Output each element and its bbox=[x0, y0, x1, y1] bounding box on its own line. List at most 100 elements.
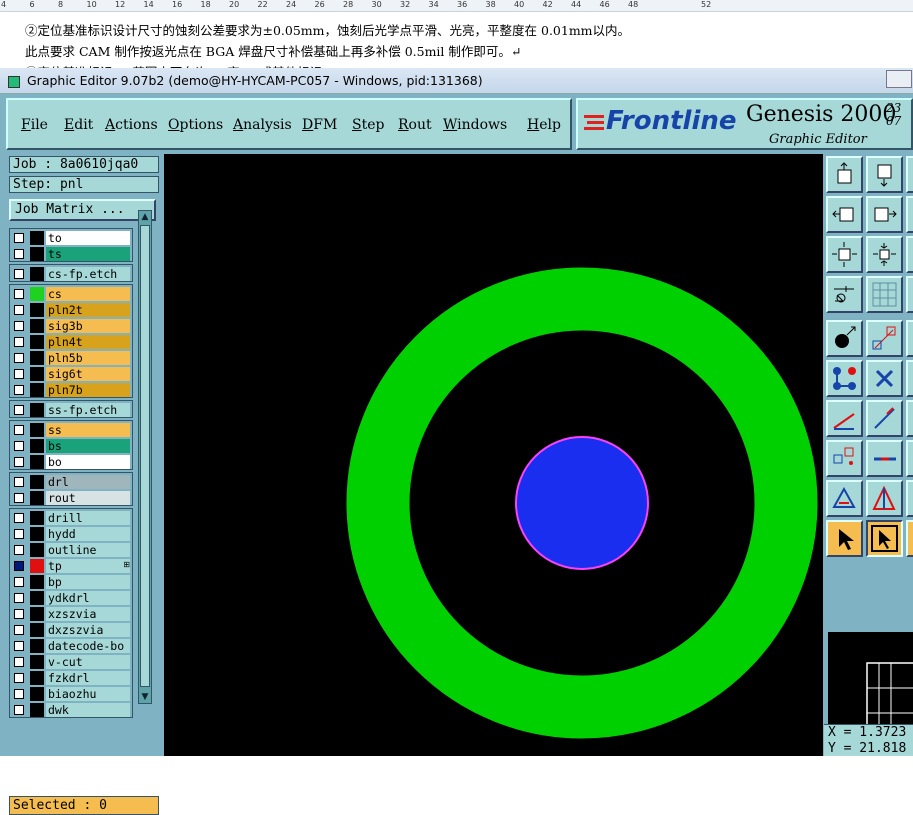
layer-display-swatch[interactable] bbox=[30, 303, 44, 317]
layer-display-swatch[interactable] bbox=[30, 287, 44, 301]
pan-left-button[interactable] bbox=[826, 196, 863, 233]
layer-name[interactable]: pln4t bbox=[46, 335, 130, 349]
layer-checkbox[interactable] bbox=[14, 477, 24, 487]
measure-button[interactable] bbox=[826, 276, 863, 313]
zoom-home-button[interactable] bbox=[826, 156, 863, 193]
layer-name[interactable]: bo bbox=[46, 455, 130, 469]
layer-row-fzkdrl[interactable]: fzkdrl bbox=[10, 670, 132, 686]
layer-display-swatch[interactable] bbox=[30, 543, 44, 557]
layer-list-scrollbar[interactable]: ▲ ▼ bbox=[138, 210, 152, 704]
layer-display-swatch[interactable] bbox=[30, 335, 44, 349]
layer-checkbox[interactable] bbox=[14, 233, 24, 243]
layer-checkbox[interactable] bbox=[14, 249, 24, 259]
layer-name[interactable]: ss-fp.etch bbox=[46, 403, 130, 417]
fit-screen-button[interactable] bbox=[826, 236, 863, 273]
minimize-button[interactable] bbox=[886, 70, 912, 88]
layer-name[interactable]: cs-fp.etch bbox=[46, 267, 130, 281]
pan-right-button[interactable] bbox=[866, 196, 903, 233]
layer-checkbox[interactable] bbox=[14, 425, 24, 435]
layer-name[interactable]: xzszvia bbox=[46, 607, 130, 621]
zoom-previous-button[interactable] bbox=[866, 156, 903, 193]
layer-checkbox[interactable] bbox=[14, 457, 24, 467]
zoom-in-button[interactable] bbox=[866, 236, 903, 273]
layer-display-swatch[interactable] bbox=[30, 671, 44, 685]
layer-display-swatch[interactable] bbox=[30, 591, 44, 605]
job-matrix-button[interactable]: Job Matrix ... bbox=[9, 199, 156, 221]
layer-row-ydkdrl[interactable]: ydkdrl bbox=[10, 590, 132, 606]
layer-display-swatch[interactable] bbox=[30, 559, 44, 573]
layer-name[interactable]: cs bbox=[46, 287, 130, 301]
layer-row-to[interactable]: to bbox=[10, 230, 132, 246]
layer-row-tp[interactable]: tp ⊞ bbox=[10, 558, 132, 574]
delete-button[interactable] bbox=[866, 360, 903, 397]
menu-file[interactable]: File bbox=[21, 117, 48, 133]
layer-display-swatch[interactable] bbox=[30, 351, 44, 365]
layer-checkbox[interactable] bbox=[14, 289, 24, 299]
layer-display-swatch[interactable] bbox=[30, 607, 44, 621]
layer-display-swatch[interactable] bbox=[30, 247, 44, 261]
layer-checkbox[interactable] bbox=[14, 593, 24, 603]
layer-display-swatch[interactable] bbox=[30, 367, 44, 381]
minus-button[interactable] bbox=[866, 440, 903, 477]
layer-name[interactable]: to bbox=[46, 231, 130, 245]
layer-display-swatch[interactable] bbox=[30, 439, 44, 453]
select-shape-button[interactable] bbox=[866, 320, 903, 357]
scroll-down-icon[interactable]: ▼ bbox=[139, 691, 151, 703]
layer-name[interactable]: v-cut bbox=[46, 655, 130, 669]
layer-row-bp[interactable]: bp bbox=[10, 574, 132, 590]
layer-name[interactable]: bs bbox=[46, 439, 130, 453]
layer-row-pln4t[interactable]: pln4t bbox=[10, 334, 132, 350]
layer-display-swatch[interactable] bbox=[30, 455, 44, 469]
layer-display-swatch[interactable] bbox=[30, 475, 44, 489]
layer-row-outline[interactable]: outline bbox=[10, 542, 132, 558]
graphics-canvas[interactable] bbox=[164, 154, 823, 756]
layer-checkbox[interactable] bbox=[14, 705, 24, 715]
layer-name[interactable]: ts bbox=[46, 247, 130, 261]
layer-checkbox[interactable] bbox=[14, 513, 24, 523]
layer-display-swatch[interactable] bbox=[30, 267, 44, 281]
move-button[interactable] bbox=[826, 440, 863, 477]
toolbar-button-clipped[interactable] bbox=[906, 320, 913, 357]
layer-checkbox[interactable] bbox=[14, 545, 24, 555]
layer-checkbox[interactable] bbox=[14, 305, 24, 315]
scroll-up-icon[interactable]: ▲ bbox=[139, 211, 151, 223]
layer-display-swatch[interactable] bbox=[30, 703, 44, 717]
layer-row-cs[interactable]: cs bbox=[10, 286, 132, 302]
layer-name[interactable]: ss bbox=[46, 423, 130, 437]
layer-checkbox[interactable] bbox=[14, 405, 24, 415]
toolbar-button-clipped[interactable] bbox=[906, 440, 913, 477]
layer-row-pln7b[interactable]: pln7b bbox=[10, 382, 132, 398]
layer-display-swatch[interactable] bbox=[30, 231, 44, 245]
menu-analysis[interactable]: Analysis bbox=[233, 117, 292, 133]
layer-name[interactable]: ydkdrl bbox=[46, 591, 130, 605]
toolbar-button-clipped[interactable] bbox=[906, 360, 913, 397]
menu-windows[interactable]: Windows bbox=[443, 117, 507, 133]
toolbar-button-clipped[interactable] bbox=[906, 400, 913, 437]
layer-name[interactable]: rout bbox=[46, 491, 130, 505]
fiducial-pad[interactable] bbox=[515, 436, 649, 570]
layer-name[interactable]: sig3b bbox=[46, 319, 130, 333]
layer-name[interactable]: dxzszvia bbox=[46, 623, 130, 637]
layer-display-swatch[interactable] bbox=[30, 511, 44, 525]
menu-step[interactable]: Step bbox=[352, 117, 384, 133]
line-draw-button[interactable] bbox=[826, 400, 863, 437]
layer-checkbox[interactable] bbox=[14, 561, 24, 571]
layer-row-sig6t[interactable]: sig6t bbox=[10, 366, 132, 382]
toolbar-button-clipped[interactable] bbox=[906, 156, 913, 193]
layer-name[interactable]: fzkdrl bbox=[46, 671, 130, 685]
layer-display-swatch[interactable] bbox=[30, 639, 44, 653]
toolbar-button-clipped[interactable] bbox=[906, 276, 913, 313]
layer-row-drl[interactable]: drl bbox=[10, 474, 132, 490]
layer-checkbox[interactable] bbox=[14, 385, 24, 395]
triangle-button[interactable] bbox=[826, 480, 863, 517]
layer-row-dwk[interactable]: dwk bbox=[10, 702, 132, 718]
layer-checkbox[interactable] bbox=[14, 577, 24, 587]
layer-row-v-cut[interactable]: v-cut bbox=[10, 654, 132, 670]
layer-row-rout[interactable]: rout bbox=[10, 490, 132, 506]
menu-options[interactable]: Options bbox=[168, 117, 223, 133]
shape-edit-button[interactable] bbox=[866, 480, 903, 517]
layer-row-bs[interactable]: bs bbox=[10, 438, 132, 454]
layer-row-drill[interactable]: drill bbox=[10, 510, 132, 526]
layer-name[interactable]: biaozhu bbox=[46, 687, 130, 701]
grid-button[interactable] bbox=[866, 276, 903, 313]
